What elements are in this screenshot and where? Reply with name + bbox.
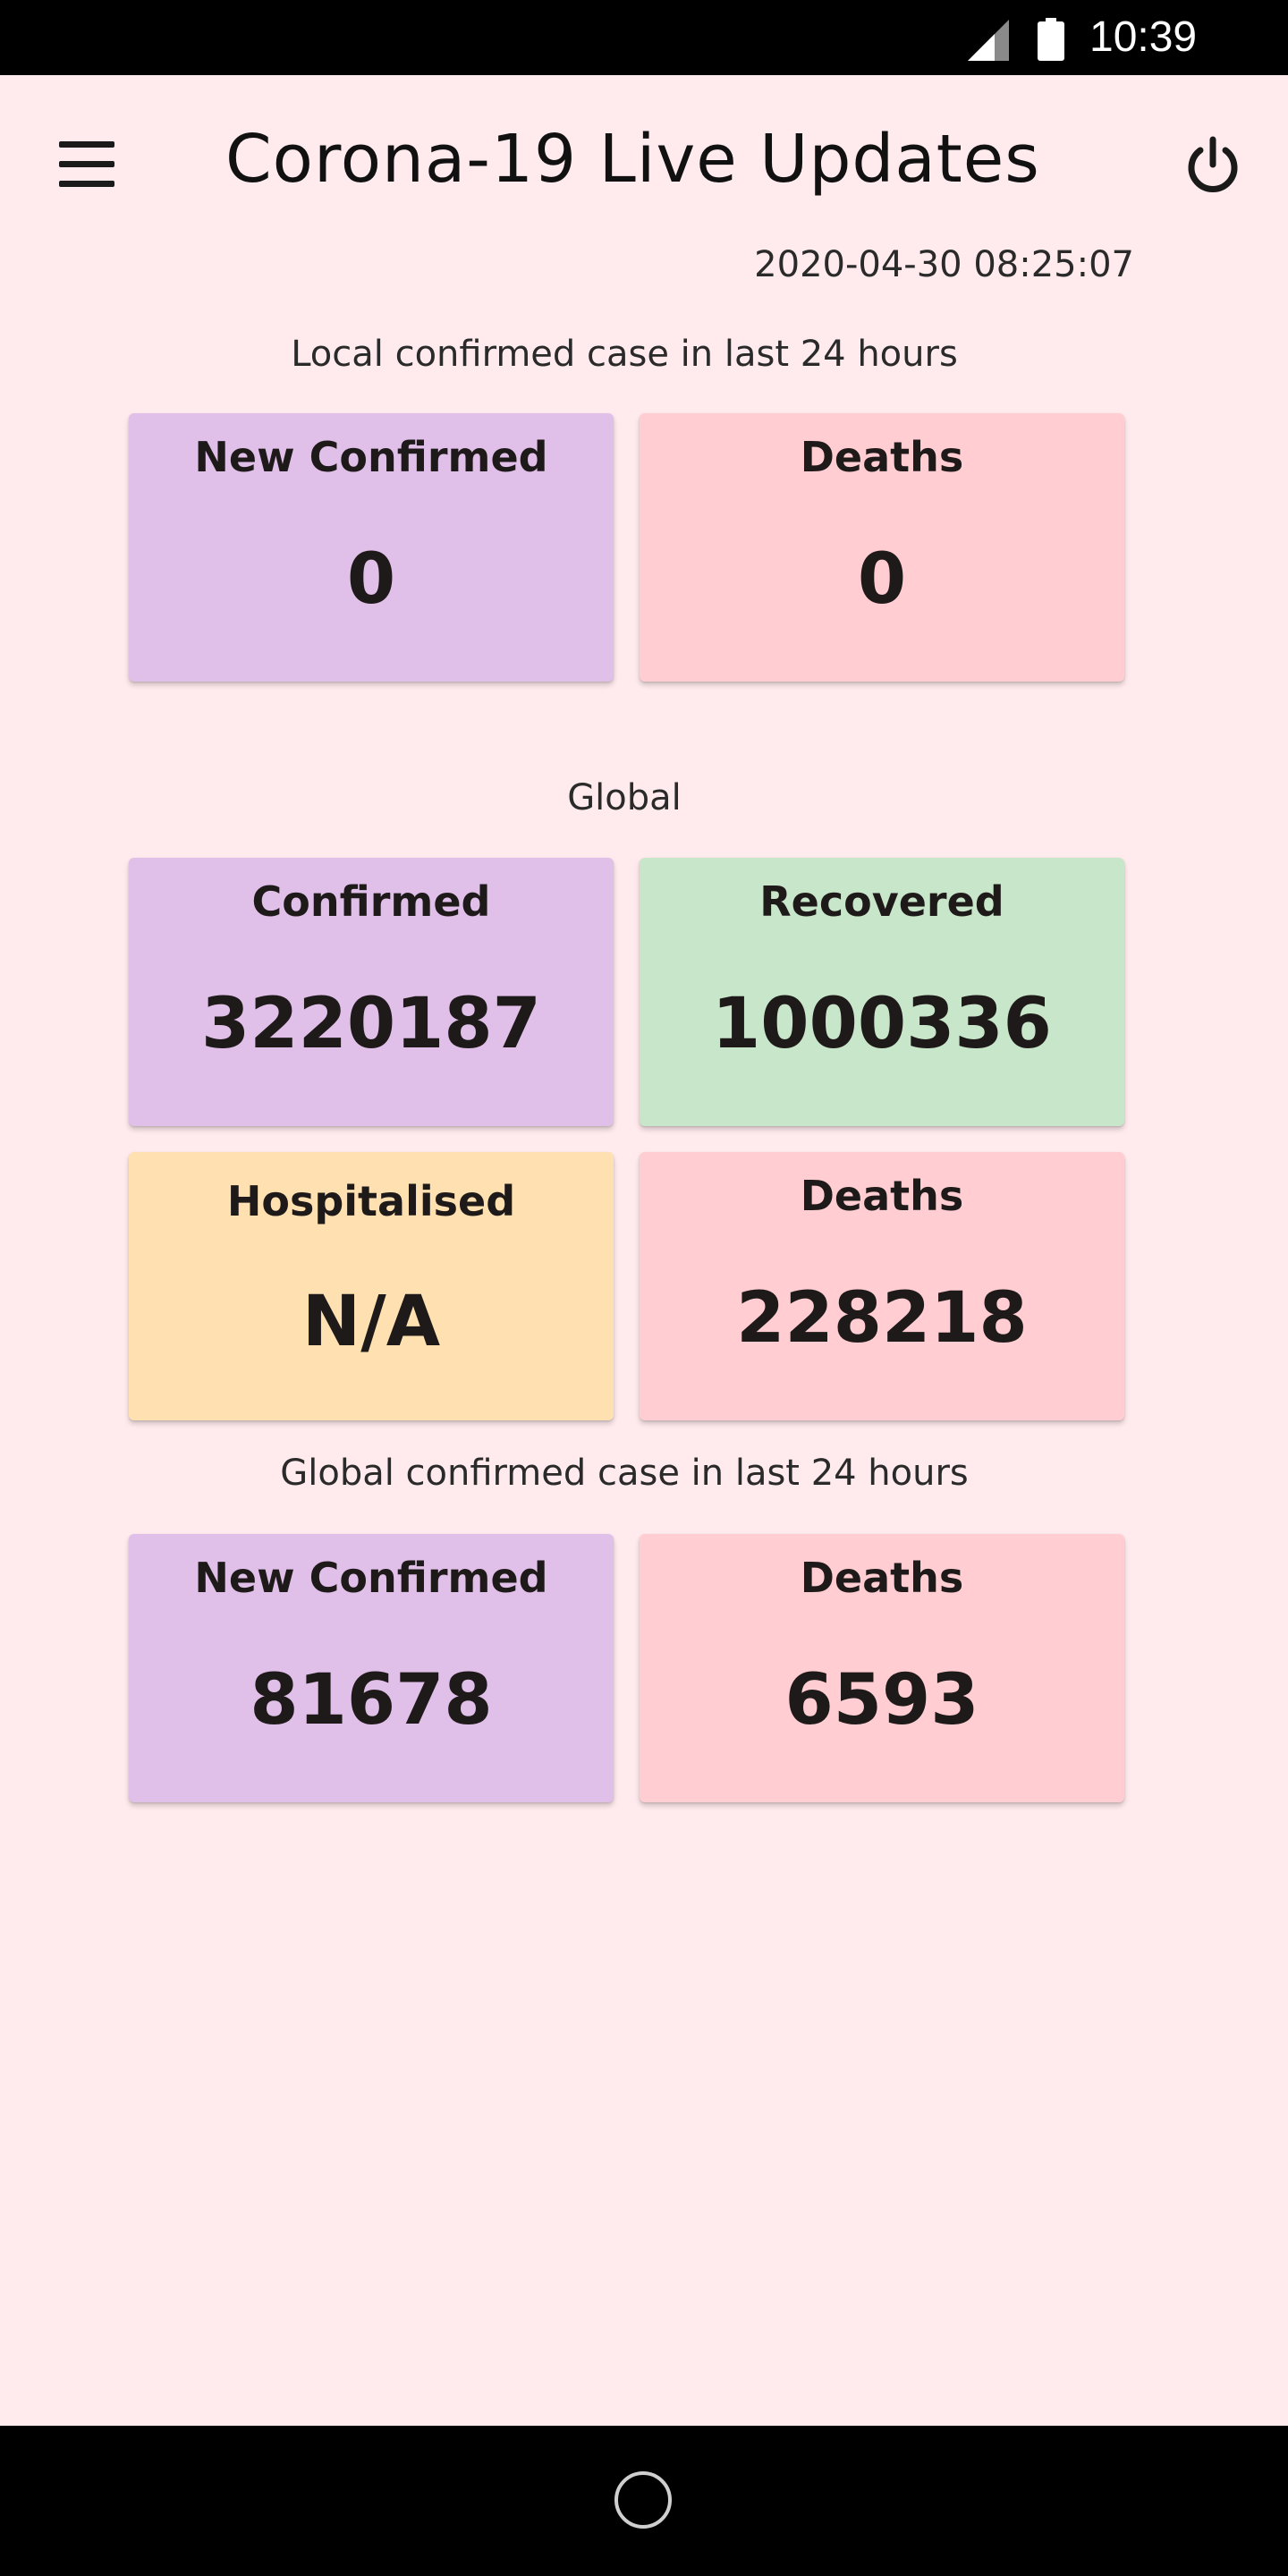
card-value: 0 bbox=[346, 539, 396, 620]
app-bar: Corona-19 Live Updates bbox=[0, 75, 1288, 236]
global-new-confirmed-card: New Confirmed 81678 bbox=[129, 1534, 614, 1802]
card-label: Recovered bbox=[759, 877, 1004, 926]
card-value: 228218 bbox=[736, 1278, 1028, 1359]
last-updated-timestamp: 2020-04-30 08:25:07 bbox=[754, 244, 1134, 285]
local-section-label: Local confirmed case in last 24 hours bbox=[291, 334, 958, 375]
hamburger-menu-icon[interactable] bbox=[55, 141, 118, 191]
power-icon[interactable] bbox=[1181, 134, 1245, 199]
card-value: 1000336 bbox=[712, 984, 1052, 1064]
card-label: Deaths bbox=[800, 433, 964, 481]
battery-icon bbox=[1038, 18, 1064, 61]
card-label: Confirmed bbox=[251, 877, 491, 926]
status-time: 10:39 bbox=[1089, 13, 1198, 61]
page-title: Corona-19 Live Updates bbox=[225, 121, 1040, 198]
global-recovered-card: Recovered 1000336 bbox=[640, 858, 1124, 1126]
card-value: N/A bbox=[301, 1282, 441, 1362]
global-deaths-card: Deaths 228218 bbox=[640, 1152, 1124, 1420]
signal-icon bbox=[968, 20, 1009, 61]
global-section-label: Global bbox=[567, 777, 682, 818]
card-value: 6593 bbox=[784, 1660, 979, 1741]
home-circle-icon[interactable] bbox=[614, 2471, 672, 2529]
local-new-confirmed-card: New Confirmed 0 bbox=[129, 413, 614, 682]
card-label: Deaths bbox=[800, 1554, 964, 1602]
card-value: 0 bbox=[857, 539, 907, 620]
global-24h-section-label: Global confirmed case in last 24 hours bbox=[280, 1453, 969, 1494]
global-confirmed-card: Confirmed 3220187 bbox=[129, 858, 614, 1126]
status-bar: 10:39 bbox=[0, 0, 1288, 75]
card-label: Hospitalised bbox=[226, 1177, 516, 1225]
card-value: 81678 bbox=[250, 1660, 493, 1741]
card-label: New Confirmed bbox=[194, 433, 548, 481]
card-label: Deaths bbox=[800, 1172, 964, 1220]
card-value: 3220187 bbox=[201, 984, 541, 1064]
system-nav-bar bbox=[0, 2426, 1288, 2576]
global-hospitalised-card: Hospitalised N/A bbox=[129, 1152, 614, 1420]
card-label: New Confirmed bbox=[194, 1554, 548, 1602]
local-deaths-card: Deaths 0 bbox=[640, 413, 1124, 682]
global-24h-deaths-card: Deaths 6593 bbox=[640, 1534, 1124, 1802]
